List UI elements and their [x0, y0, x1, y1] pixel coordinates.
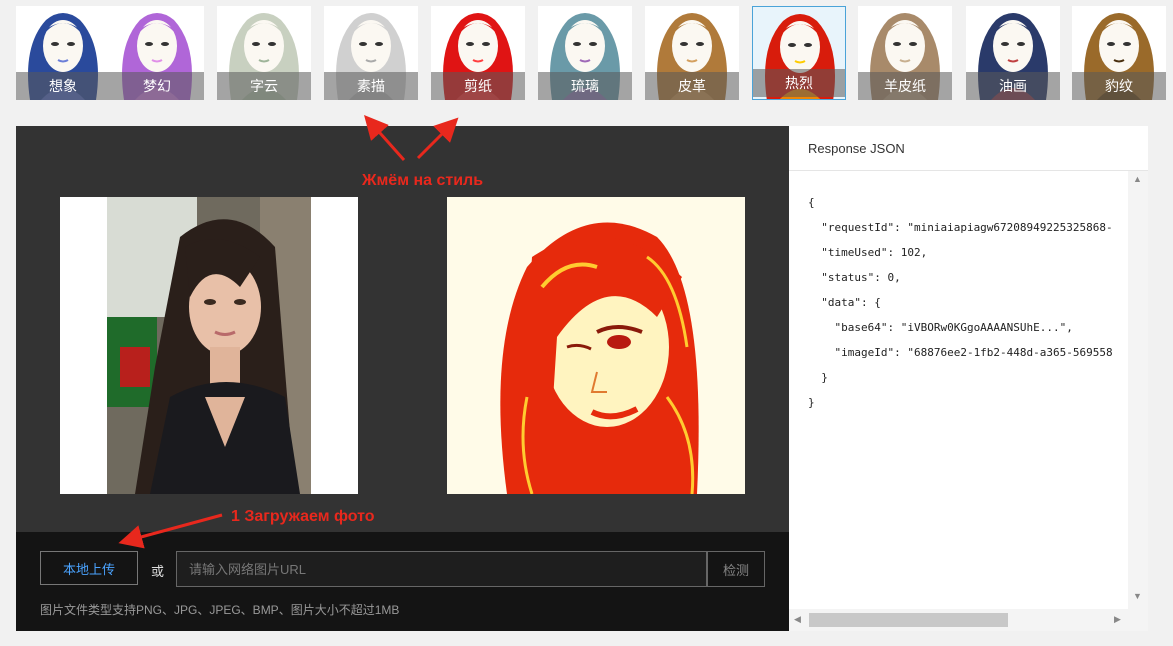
response-json-body[interactable]: { "requestId": "miniaiapiagw672089492253… [808, 190, 1128, 415]
or-label: 或 [151, 564, 165, 579]
style-option-2[interactable]: 梦幻 [110, 6, 204, 100]
json-line: "base64": "iVBORw0KGgoAAAANSUhE...", [808, 321, 1073, 334]
style-option-5[interactable]: 剪纸 [431, 6, 525, 100]
original-photo-frame [60, 197, 358, 494]
json-line: "timeUsed": 102, [808, 246, 928, 259]
style-option-3[interactable]: 字云 [217, 6, 311, 100]
style-option-label: 羊皮纸 [858, 72, 952, 100]
style-option-9[interactable]: 羊皮纸 [858, 6, 952, 100]
upload-annotation-text: 1 Загружаем фото [231, 508, 375, 525]
style-option-label: 皮革 [645, 72, 739, 100]
style-option-7[interactable]: 皮革 [645, 6, 739, 100]
style-option-label: 梦幻 [110, 72, 204, 100]
json-divider [789, 170, 1148, 171]
style-gallery: 想象 梦幻 字云 素描 剪纸 琉璃 皮革 热烈 羊皮纸 油画 豹纹 [0, 0, 1173, 110]
json-line: } [808, 396, 815, 409]
local-upload-button[interactable]: 本地上传 [40, 551, 138, 585]
style-option-11[interactable]: 豹纹 [1072, 6, 1166, 100]
json-line: "requestId": "miniaiapiagw67208949225325… [808, 221, 1113, 234]
style-option-1[interactable]: 想象 [16, 6, 110, 100]
stylized-portrait-result-icon [447, 197, 745, 494]
file-type-hint: 图片文件类型支持PNG、JPG、JPEG、BMP、图片大小不超过1MB [40, 603, 400, 617]
detect-button[interactable]: 检测 [707, 551, 765, 587]
style-option-label: 豹纹 [1072, 72, 1166, 100]
response-json-panel: Response JSON { "requestId": "miniaiapia… [789, 126, 1148, 631]
json-line: "imageId": "68876ee2-1fb2-448d-a365-5695… [808, 346, 1113, 359]
scroll-up-icon[interactable]: ▲ [1133, 174, 1142, 184]
style-annotation-text: Жмём на стиль [362, 172, 484, 189]
json-line: "data": { [808, 296, 881, 309]
image-url-input[interactable] [176, 551, 707, 587]
upload-panel: 本地上传 或 检测 图片文件类型支持PNG、JPG、JPEG、BMP、图片大小不… [16, 532, 789, 631]
style-option-label: 热烈 [753, 69, 845, 97]
scrollbar-corner [1128, 609, 1148, 631]
json-line: } [808, 371, 828, 384]
scroll-left-icon[interactable]: ◀ [794, 614, 801, 625]
vertical-scrollbar[interactable]: ▲ ▼ [1128, 171, 1148, 609]
json-line: "status": 0, [808, 271, 901, 284]
style-option-10[interactable]: 油画 [966, 6, 1060, 100]
style-option-label: 琉璃 [538, 72, 632, 100]
horizontal-scrollbar[interactable]: ◀ ▶ [789, 609, 1128, 631]
scroll-right-icon[interactable]: ▶ [1114, 614, 1121, 625]
style-option-label: 素描 [324, 72, 418, 100]
style-option-label: 剪纸 [431, 72, 525, 100]
horizontal-scroll-thumb[interactable] [809, 613, 1008, 627]
scroll-down-icon[interactable]: ▼ [1133, 591, 1142, 601]
style-option-4[interactable]: 素描 [324, 6, 418, 100]
json-line: { [808, 196, 815, 209]
original-portrait-photo-icon [107, 197, 311, 494]
style-option-label: 想象 [16, 72, 110, 100]
style-option-8[interactable]: 热烈 [752, 6, 846, 100]
style-option-label: 字云 [217, 72, 311, 100]
response-json-title: Response JSON [808, 141, 905, 156]
style-option-6[interactable]: 琉璃 [538, 6, 632, 100]
style-option-label: 油画 [966, 72, 1060, 100]
result-photo-frame [447, 197, 745, 494]
